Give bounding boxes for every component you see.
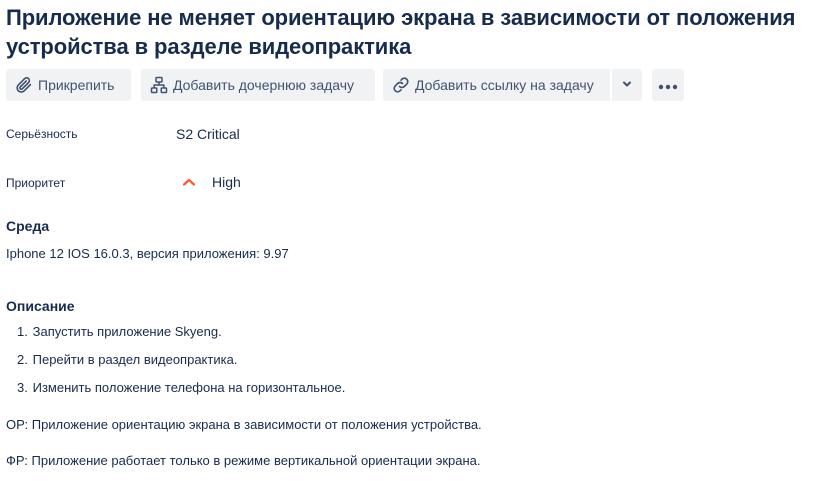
list-item-number: 3. (17, 380, 28, 395)
severity-label: Серьёзность (6, 127, 78, 141)
list-item-text: Изменить положение телефона на горизонта… (32, 380, 346, 395)
list-item: 3. Изменить положение телефона на горизо… (17, 380, 345, 395)
link-issue-label: Добавить ссылку на задачу (415, 77, 594, 93)
list-item-text: Запустить приложение Skyeng. (32, 324, 222, 339)
link-issue-button[interactable]: Добавить ссылку на задачу (383, 69, 610, 101)
actual-result-text: ФР: Приложение работает только в режиме … (6, 453, 481, 468)
priority-high-icon (182, 177, 196, 187)
issue-toolbar: Прикрепить Добавить дочернюю задачу Доба… (6, 69, 684, 101)
issue-title[interactable]: Приложение не меняет ориентацию экрана в… (6, 3, 828, 61)
environment-text[interactable]: Iphone 12 IOS 16.0.3, версия приложения:… (6, 246, 289, 261)
more-icon (658, 77, 678, 93)
severity-value[interactable]: S2 Critical (176, 126, 240, 142)
description-heading: Описание (6, 298, 75, 314)
chevron-down-icon (621, 77, 633, 93)
attach-button[interactable]: Прикрепить (6, 69, 131, 101)
expected-result-text: ОР: Приложение ориентацию экрана в завис… (6, 417, 482, 432)
list-item-number: 1. (17, 324, 28, 339)
issue-view: Приложение не меняет ориентацию экрана в… (0, 0, 831, 481)
add-child-issue-label: Добавить дочернюю задачу (173, 77, 355, 93)
link-icon (391, 75, 411, 95)
attach-button-label: Прикрепить (38, 77, 115, 93)
environment-heading: Среда (6, 218, 50, 234)
add-child-issue-button[interactable]: Добавить дочернюю задачу (141, 69, 375, 101)
more-actions-button[interactable] (652, 69, 684, 101)
priority-value-field[interactable]: High (182, 174, 241, 190)
hierarchy-icon (149, 75, 169, 95)
list-item: 1. Запустить приложение Skyeng. (17, 324, 222, 339)
list-item: 2. Перейти в раздел видеопрактика. (17, 352, 237, 367)
list-item-number: 2. (17, 352, 28, 367)
paperclip-icon (14, 75, 34, 95)
priority-value: High (212, 174, 241, 190)
priority-label: Приоритет (6, 176, 66, 190)
list-item-text: Перейти в раздел видеопрактика. (32, 352, 238, 367)
link-issue-dropdown-button[interactable] (612, 69, 642, 101)
